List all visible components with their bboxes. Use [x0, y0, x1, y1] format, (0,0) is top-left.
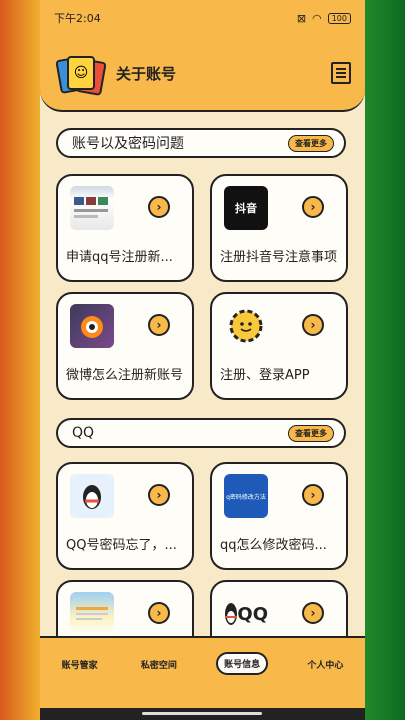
view-more-button[interactable]: 查看更多	[288, 134, 334, 152]
chevron-right-icon[interactable]: ›	[302, 196, 324, 218]
card-title: qq怎么修改密码...	[220, 538, 327, 553]
chevron-right-icon[interactable]: ›	[302, 484, 324, 506]
article-card[interactable]: › 微博怎么注册新账号	[56, 292, 194, 400]
page-title: 关于账号	[116, 64, 177, 83]
section-header-account: 账号以及密码问题 查看更多	[56, 128, 346, 158]
thumb-text: QQ	[237, 603, 268, 625]
section-title: QQ	[72, 425, 95, 441]
browser-screenshot-icon	[70, 186, 114, 230]
status-time: 下午2:04	[54, 12, 101, 25]
bottom-tab-bar: 账号管家 私密空间 账号信息 个人中心	[40, 636, 365, 708]
tab-account-manager[interactable]: 账号管家	[58, 654, 102, 675]
qq-password-banner-icon: q密码修改方法	[224, 474, 268, 518]
article-card[interactable]: › 注册、登录APP	[210, 292, 348, 400]
view-more-button[interactable]: 查看更多	[288, 424, 334, 442]
article-card[interactable]: 抖音 › 注册抖音号注意事项	[210, 174, 348, 282]
section-title: 账号以及密码问题	[72, 136, 184, 152]
notes-icon[interactable]	[331, 62, 351, 84]
status-icons: ⊠ ◠ 100	[297, 12, 351, 25]
status-bar: 下午2:04 ⊠ ◠ 100	[40, 0, 365, 36]
tab-private-space[interactable]: 私密空间	[137, 654, 181, 675]
article-card[interactable]: › QQ号密码忘了，...	[56, 462, 194, 570]
system-nav-bar	[40, 708, 365, 720]
chevron-right-icon[interactable]: ›	[148, 314, 170, 336]
section-header-qq: QQ 查看更多	[56, 418, 346, 448]
tab-personal-center[interactable]: 个人中心	[303, 654, 347, 675]
article-card[interactable]: q密码修改方法 › qq怎么修改密码...	[210, 462, 348, 570]
battery-icon: 100	[327, 12, 351, 24]
thumb-text: 抖音	[235, 202, 257, 215]
home-indicator[interactable]	[142, 712, 262, 715]
qq-app-screenshot-icon	[70, 592, 114, 636]
qq-logo-icon: QQ	[224, 592, 268, 636]
qq-penguin-icon	[70, 474, 114, 518]
chevron-right-icon[interactable]: ›	[302, 314, 324, 336]
app-screen: 下午2:04 ⊠ ◠ 100 ☺ 关于账号 账号以及密码问题 查看更多 › 申请…	[40, 0, 365, 720]
app-logo: ☺	[54, 54, 107, 96]
gear-smiley-icon	[224, 304, 268, 348]
chevron-right-icon[interactable]: ›	[148, 484, 170, 506]
article-card[interactable]: › 申请qq号注册新...	[56, 174, 194, 282]
mute-icon: ⊠	[296, 11, 307, 25]
weibo-logo-icon	[70, 304, 114, 348]
card-title: 微博怎么注册新账号	[66, 368, 184, 383]
card-title: 注册、登录APP	[220, 368, 310, 383]
chevron-right-icon[interactable]: ›	[148, 602, 170, 624]
chevron-right-icon[interactable]: ›	[302, 602, 324, 624]
chevron-right-icon[interactable]: ›	[148, 196, 170, 218]
app-header: ☺ 关于账号	[40, 36, 365, 112]
card-title: QQ号密码忘了，...	[66, 538, 177, 553]
wifi-icon: ◠	[312, 11, 322, 25]
douyin-logo-icon: 抖音	[224, 186, 268, 230]
tab-account-info[interactable]: 账号信息	[216, 652, 269, 675]
card-title: 申请qq号注册新...	[66, 250, 173, 265]
thumb-text: q密码修改方法	[226, 493, 266, 501]
card-title: 注册抖音号注意事项	[220, 250, 338, 265]
